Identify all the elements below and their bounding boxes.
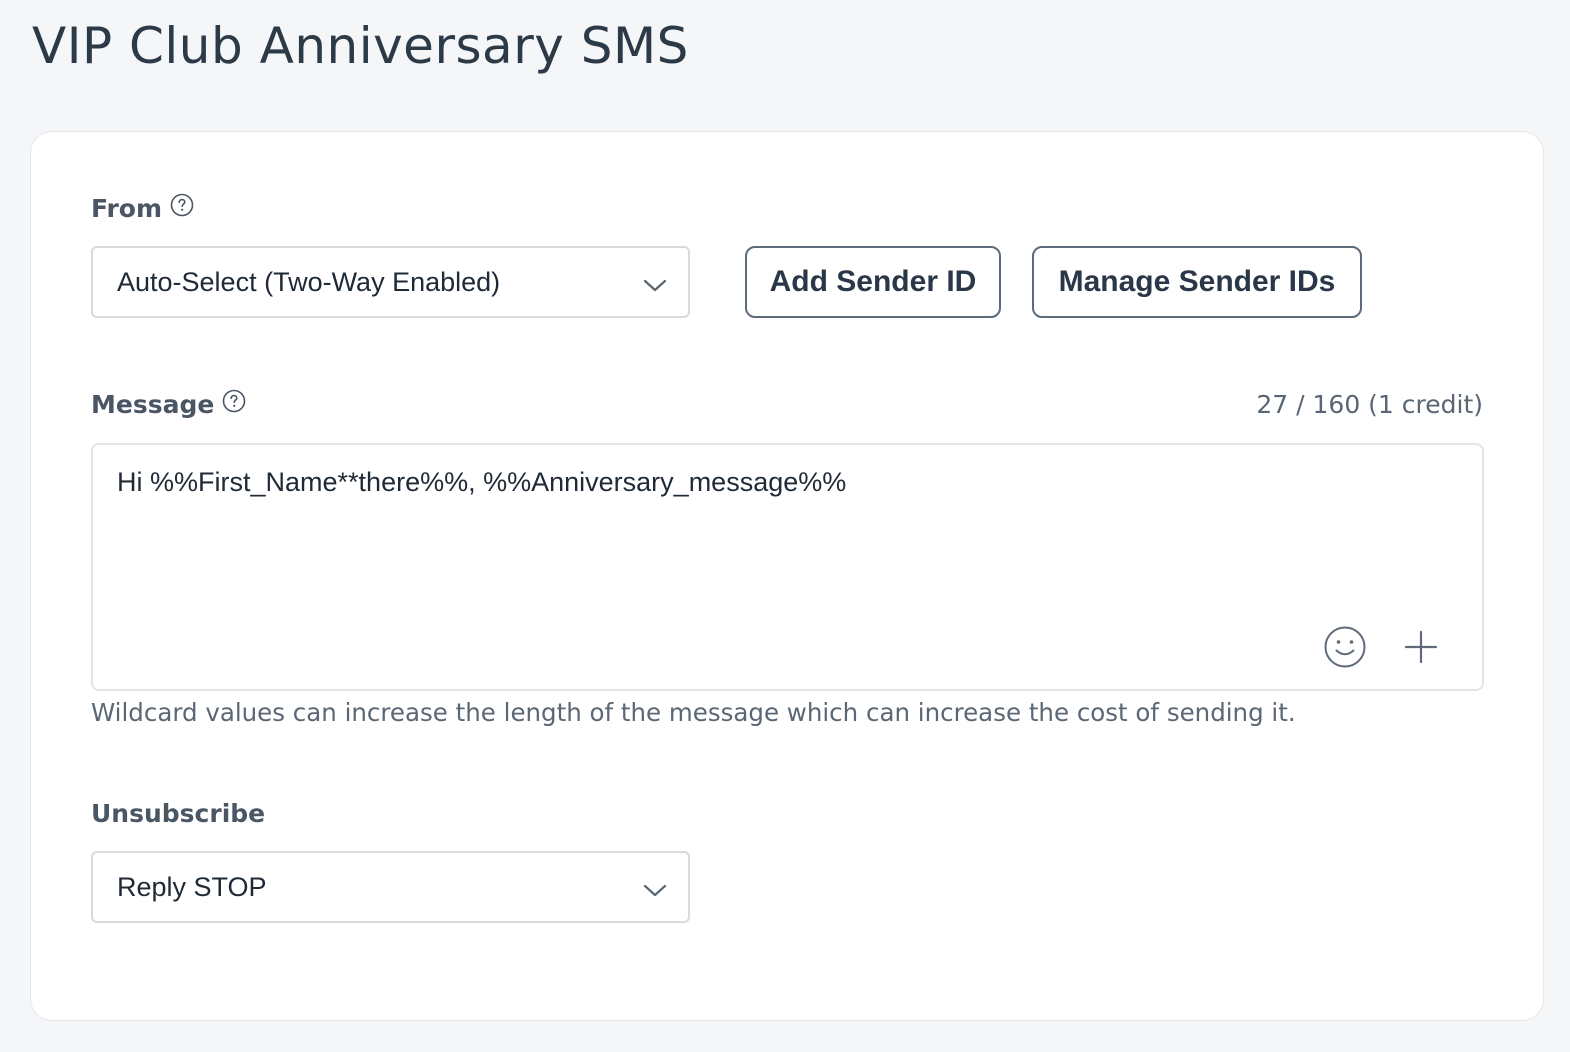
from-label: From xyxy=(91,194,163,223)
from-label-group: From xyxy=(91,193,194,223)
smiley-icon[interactable] xyxy=(1323,625,1367,669)
manage-sender-ids-button[interactable]: Manage Sender IDs xyxy=(1032,246,1362,318)
add-sender-id-button[interactable]: Add Sender ID xyxy=(745,246,1001,318)
chevron-down-icon xyxy=(643,884,667,897)
message-label-group: Message xyxy=(91,389,246,419)
chevron-down-icon xyxy=(643,279,667,292)
plus-icon[interactable] xyxy=(1403,629,1439,665)
page-title: VIP Club Anniversary SMS xyxy=(32,17,689,75)
unsubscribe-select[interactable]: Reply STOP xyxy=(91,851,690,923)
wildcard-hint: Wildcard values can increase the length … xyxy=(91,698,1296,727)
message-textarea[interactable]: Hi %%First_Name**there%%, %%Anniversary_… xyxy=(91,443,1484,691)
message-text[interactable]: Hi %%First_Name**there%%, %%Anniversary_… xyxy=(117,467,846,498)
from-select[interactable]: Auto-Select (Two-Way Enabled) xyxy=(91,246,690,318)
sms-settings-card: From Auto-Select (Two-Way Enabled) Add S… xyxy=(30,131,1544,1021)
help-icon[interactable] xyxy=(170,193,194,217)
unsubscribe-select-value: Reply STOP xyxy=(117,871,267,902)
unsubscribe-label: Unsubscribe xyxy=(91,799,265,828)
message-label: Message xyxy=(91,390,215,419)
help-icon[interactable] xyxy=(222,389,246,413)
unsubscribe-label-text: Unsubscribe xyxy=(91,799,266,828)
from-select-value: Auto-Select (Two-Way Enabled) xyxy=(117,266,501,297)
character-counter: 27 / 160 (1 credit) xyxy=(1256,390,1483,419)
